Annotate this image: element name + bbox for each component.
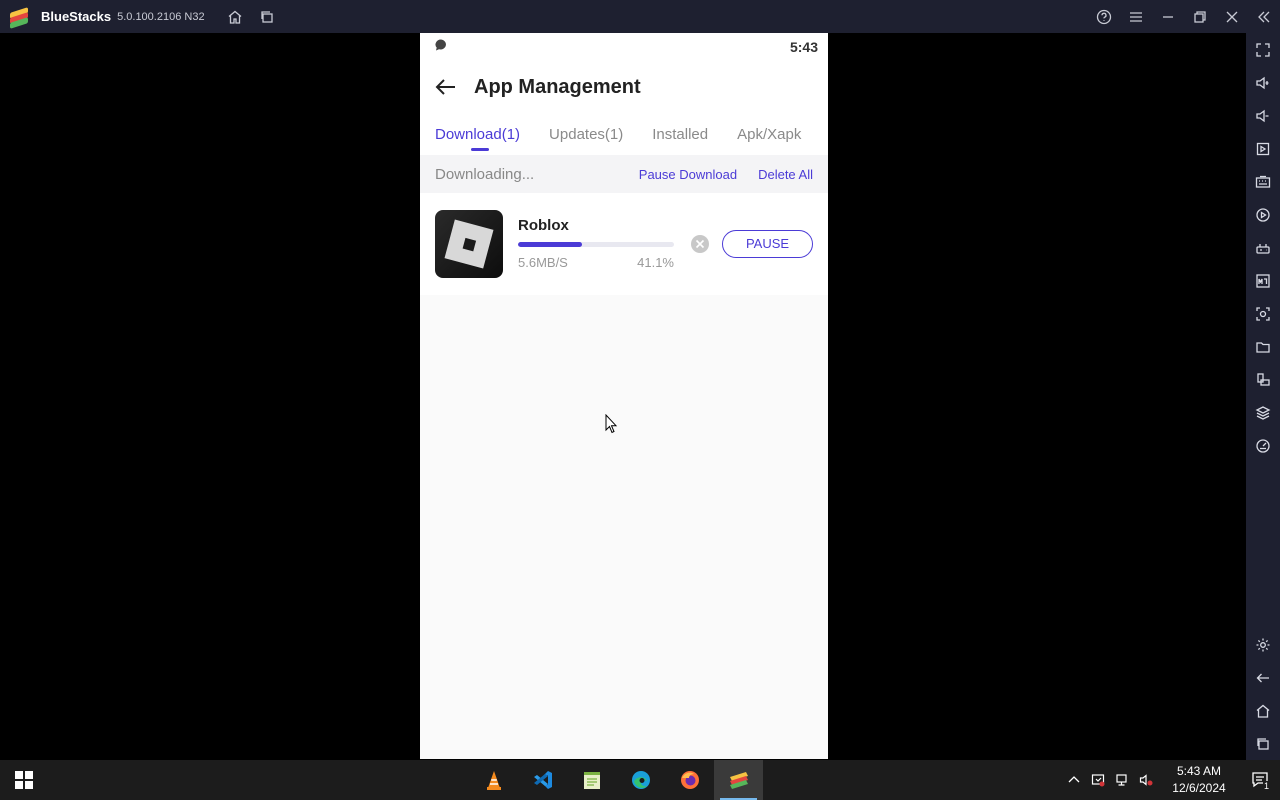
gamepad-icon[interactable] [1246,231,1280,264]
right-sidebar [1246,33,1280,760]
download-item: Roblox 5.6MB/S 41.1% PAUSE [420,193,828,294]
multi-instance-sidebar-icon[interactable] [1246,363,1280,396]
download-info: Roblox 5.6MB/S 41.1% [518,217,674,270]
download-speed: 5.6MB/S [518,255,568,270]
page-title: App Management [474,75,641,98]
collapse-sidebar-icon[interactable] [1248,0,1280,33]
notification-count: 1 [1262,781,1270,791]
show-hidden-icons-icon[interactable] [1062,760,1086,800]
clock-date: 12/6/2024 [1172,781,1226,795]
tab-bar: Download(1) Updates(1) Installed Apk/Xap… [420,113,828,155]
minimize-icon[interactable] [1152,0,1184,33]
window-version: 5.0.100.2106 N32 [117,10,205,23]
eco-mode-icon[interactable] [1246,429,1280,462]
chat-notification-icon [434,38,448,57]
android-home-icon[interactable] [1246,694,1280,727]
security-alert-icon[interactable] [1086,760,1110,800]
tab-download[interactable]: Download(1) [435,126,520,151]
window-title: BlueStacks [41,9,112,24]
back-arrow-icon[interactable] [434,75,458,99]
bluestacks-logo-icon [8,6,30,29]
window-titlebar: BlueStacks 5.0.100.2106 N32 [0,0,1280,33]
app-name: Roblox [518,217,569,234]
back-icon[interactable] [1246,661,1280,694]
settings-icon[interactable] [1246,628,1280,661]
system-clock[interactable]: 5:43 AM 12/6/2024 [1164,763,1234,797]
close-icon[interactable] [1216,0,1248,33]
download-progress-fill [518,242,583,247]
pause-download-button[interactable]: Pause Download [639,167,737,182]
android-screen: 5:43 App Management Download(1) Updates(… [420,33,828,759]
empty-area [420,295,828,759]
roblox-app-icon [435,209,503,278]
volume-up-icon[interactable] [1246,66,1280,99]
downloading-label: Downloading... [435,165,535,183]
windows-taskbar: 5:43 AM 12/6/2024 1 [0,760,1280,800]
downloading-section-header: Downloading... Pause Download Delete All [420,155,828,193]
pause-button[interactable]: PAUSE [722,229,813,258]
multi-instance-icon[interactable] [251,0,283,33]
mouse-cursor-icon [605,414,618,434]
layers-icon[interactable] [1246,396,1280,429]
volume-down-icon[interactable] [1246,99,1280,132]
apk-install-icon[interactable] [1246,264,1280,297]
network-icon[interactable] [1110,760,1134,800]
tab-updates[interactable]: Updates(1) [549,126,623,143]
menu-icon[interactable] [1120,0,1152,33]
cancel-download-icon[interactable] [690,234,710,254]
edge-icon[interactable] [616,760,665,800]
record-icon[interactable] [1246,198,1280,231]
restore-icon[interactable] [1184,0,1216,33]
volume-muted-icon[interactable] [1134,760,1158,800]
tab-apk-xapk[interactable]: Apk/Xapk [737,126,801,143]
download-progress-bar [518,242,674,247]
home-icon[interactable] [219,0,251,33]
recent-apps-icon[interactable] [1246,727,1280,760]
bluestacks-taskbar-icon[interactable] [714,760,763,800]
system-tray: 5:43 AM 12/6/2024 1 [1062,760,1280,800]
vscode-icon[interactable] [518,760,567,800]
download-percent: 41.1% [637,255,674,270]
help-icon[interactable] [1088,0,1120,33]
notification-center-icon[interactable]: 1 [1240,760,1280,800]
screenshot-icon[interactable] [1246,297,1280,330]
status-time: 5:43 [789,39,818,55]
clock-time: 5:43 AM [1176,764,1222,778]
app-bar: App Management [420,61,828,113]
notepad-plus-icon[interactable] [567,760,616,800]
tab-installed[interactable]: Installed [652,126,708,143]
folder-icon[interactable] [1246,330,1280,363]
windows-start-icon[interactable] [0,760,48,800]
vlc-icon[interactable] [469,760,518,800]
media-icon[interactable] [1246,132,1280,165]
delete-all-button[interactable]: Delete All [758,167,813,182]
firefox-icon[interactable] [665,760,714,800]
android-status-bar: 5:43 [420,33,828,61]
fullscreen-icon[interactable] [1246,33,1280,66]
keyboard-icon[interactable] [1246,165,1280,198]
